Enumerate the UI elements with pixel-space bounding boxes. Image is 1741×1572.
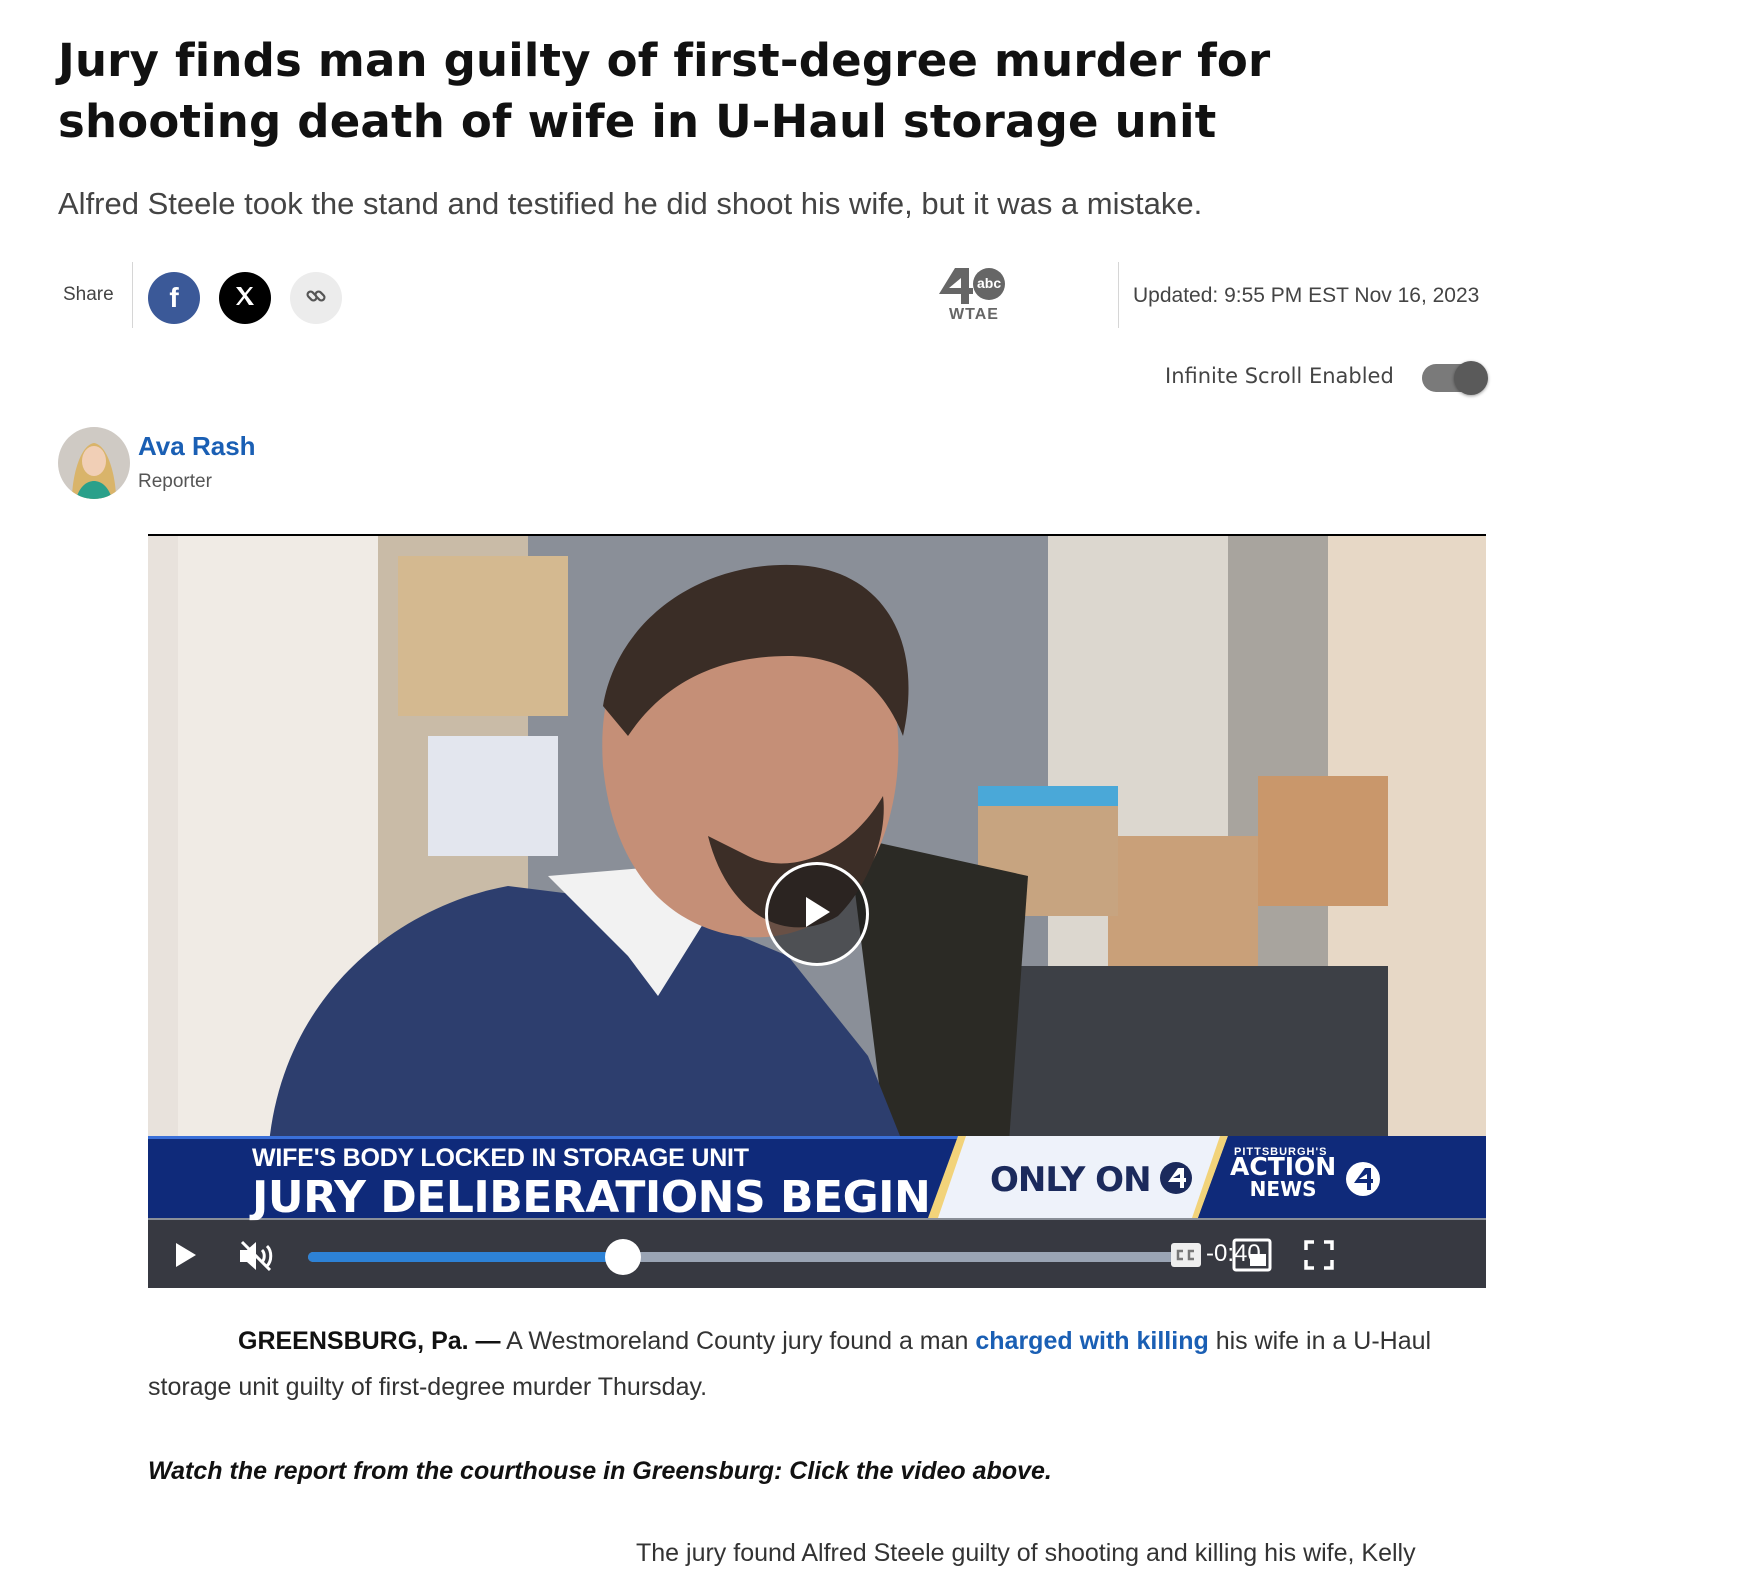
progress-scrubber[interactable]: [605, 1239, 642, 1275]
article-dek: Alfred Steele took the stand and testifi…: [58, 186, 1203, 221]
brand-line-news: NEWS: [1249, 1177, 1317, 1201]
channel-4-icon: [1160, 1162, 1192, 1194]
picture-in-picture-button[interactable]: [1232, 1238, 1272, 1277]
infinite-scroll-setting: Infinite Scroll Enabled: [1165, 358, 1495, 398]
charged-with-killing-link[interactable]: charged with killing: [975, 1327, 1208, 1355]
divider: [1118, 262, 1119, 328]
paragraph-text: A Westmoreland County jury found a man: [506, 1327, 969, 1355]
article-headline: Jury finds man guilty of first-degree mu…: [58, 34, 1271, 148]
progress-fill: [308, 1252, 624, 1262]
share-bar: Share f abc WTAE Updated: 9:55 PM EST No…: [58, 262, 1488, 328]
progress-bar[interactable]: [308, 1239, 1184, 1275]
author-avatar[interactable]: [58, 427, 130, 499]
video-player[interactable]: WIFE'S BODY LOCKED IN STORAGE UNIT JURY …: [148, 534, 1486, 1288]
abc-badge: abc: [977, 275, 1002, 291]
dateline: GREENSBURG, Pa. —: [238, 1327, 501, 1355]
lower-third-headline: JURY DELIBERATIONS BEGIN: [252, 1172, 931, 1223]
x-share-button[interactable]: [219, 272, 271, 324]
station-name: WTAE: [949, 306, 999, 323]
fullscreen-icon: [1304, 1240, 1334, 1270]
fullscreen-button[interactable]: [1304, 1240, 1334, 1275]
muted-icon: [240, 1240, 273, 1272]
link-icon: [304, 284, 328, 313]
brand-line-action: ACTION: [1230, 1152, 1337, 1181]
infinite-scroll-toggle[interactable]: [1422, 361, 1488, 395]
updated-timestamp: Updated: 9:55 PM EST Nov 16, 2023: [1133, 284, 1480, 307]
captions-button[interactable]: [1170, 1242, 1202, 1273]
closed-captions-icon: [1171, 1243, 1201, 1267]
infinite-scroll-label: Infinite Scroll Enabled: [1165, 364, 1394, 388]
watch-report-note: Watch the report from the courthouse in …: [148, 1457, 1052, 1485]
play-icon: [800, 893, 834, 936]
action-news-logo: ACTION NEWS: [1230, 1152, 1337, 1201]
author-name-link[interactable]: Ava Rash: [138, 431, 256, 462]
toggle-knob: [1454, 361, 1488, 395]
lower-third-topline: WIFE'S BODY LOCKED IN STORAGE UNIT: [252, 1144, 749, 1172]
play-overlay-button[interactable]: [765, 862, 869, 966]
mute-button[interactable]: [236, 1238, 276, 1279]
facebook-icon: f: [169, 282, 179, 313]
station-logo[interactable]: abc WTAE: [933, 262, 1023, 328]
news-lower-third: WIFE'S BODY LOCKED IN STORAGE UNIT JURY …: [148, 1136, 1486, 1223]
article-paragraph: The jury found Alfred Steele guilty of s…: [636, 1539, 1416, 1567]
only-on-tag: ONLY ON: [990, 1160, 1152, 1200]
copy-link-button[interactable]: [290, 272, 342, 324]
facebook-share-button[interactable]: f: [148, 272, 200, 324]
author-byline: Ava Rash Reporter: [58, 427, 458, 501]
play-icon: [176, 1243, 196, 1267]
play-button[interactable]: [172, 1240, 200, 1275]
article-paragraph: GREENSBURG, Pa. — A Westmoreland County …: [148, 1318, 1488, 1410]
divider: [132, 262, 133, 328]
x-icon: [233, 284, 257, 313]
action-news-4-icon: [1346, 1162, 1380, 1196]
video-controls: -0:40: [148, 1220, 1486, 1288]
author-role: Reporter: [138, 471, 212, 492]
picture-in-picture-icon: [1232, 1238, 1272, 1272]
share-label: Share: [63, 284, 114, 305]
